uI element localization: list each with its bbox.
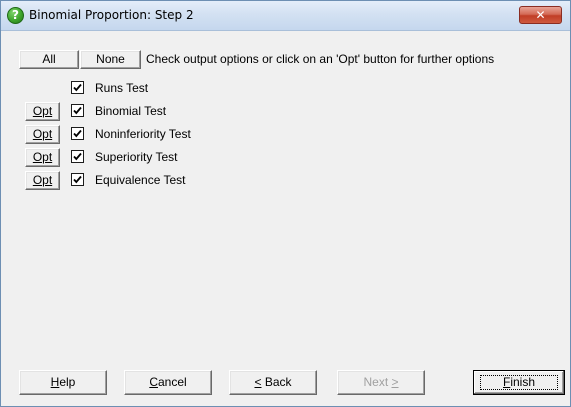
instruction-text: Check output options or click on an 'Opt… [146,52,495,66]
finish-button[interactable]: Finish [473,370,565,395]
opt-button-superiority-test[interactable]: Opt [25,148,60,167]
checkbox-runs-test[interactable] [71,81,84,94]
checkmark-icon [73,106,82,115]
next-button[interactable]: Next > [337,370,425,395]
option-label-binomial-test: Binomial Test [95,104,167,118]
checkbox-superiority-test[interactable] [71,150,84,163]
option-label-equivalence-test: Equivalence Test [95,173,186,187]
checkmark-icon [73,129,82,138]
option-label-noninferiority-test: Noninferiority Test [95,127,191,141]
help-button[interactable]: Help [19,370,107,395]
none-button[interactable]: None [80,50,141,69]
cancel-button[interactable]: Cancel [124,370,212,395]
checkbox-noninferiority-test[interactable] [71,127,84,140]
back-button[interactable]: < Back [229,370,317,395]
dialog-body: All None Check output options or click o… [1,32,570,406]
checkmark-icon [73,83,82,92]
opt-button-binomial-test[interactable]: Opt [25,102,60,121]
all-button[interactable]: All [19,50,79,69]
checkbox-equivalence-test[interactable] [71,173,84,186]
help-question-icon: ? [7,7,24,24]
option-label-superiority-test: Superiority Test [95,150,178,164]
opt-button-equivalence-test[interactable]: Opt [25,171,60,190]
checkbox-binomial-test[interactable] [71,104,84,117]
opt-button-noninferiority-test[interactable]: Opt [25,125,60,144]
title-bar[interactable]: ? Binomial Proportion: Step 2 ✕ [1,1,570,31]
close-button[interactable]: ✕ [519,6,562,24]
dialog-window: ? Binomial Proportion: Step 2 ✕ All None… [0,0,571,407]
close-x-icon: ✕ [535,8,546,22]
option-label-runs-test: Runs Test [95,81,149,95]
checkmark-icon [73,175,82,184]
window-title: Binomial Proportion: Step 2 [29,8,194,22]
checkmark-icon [73,152,82,161]
